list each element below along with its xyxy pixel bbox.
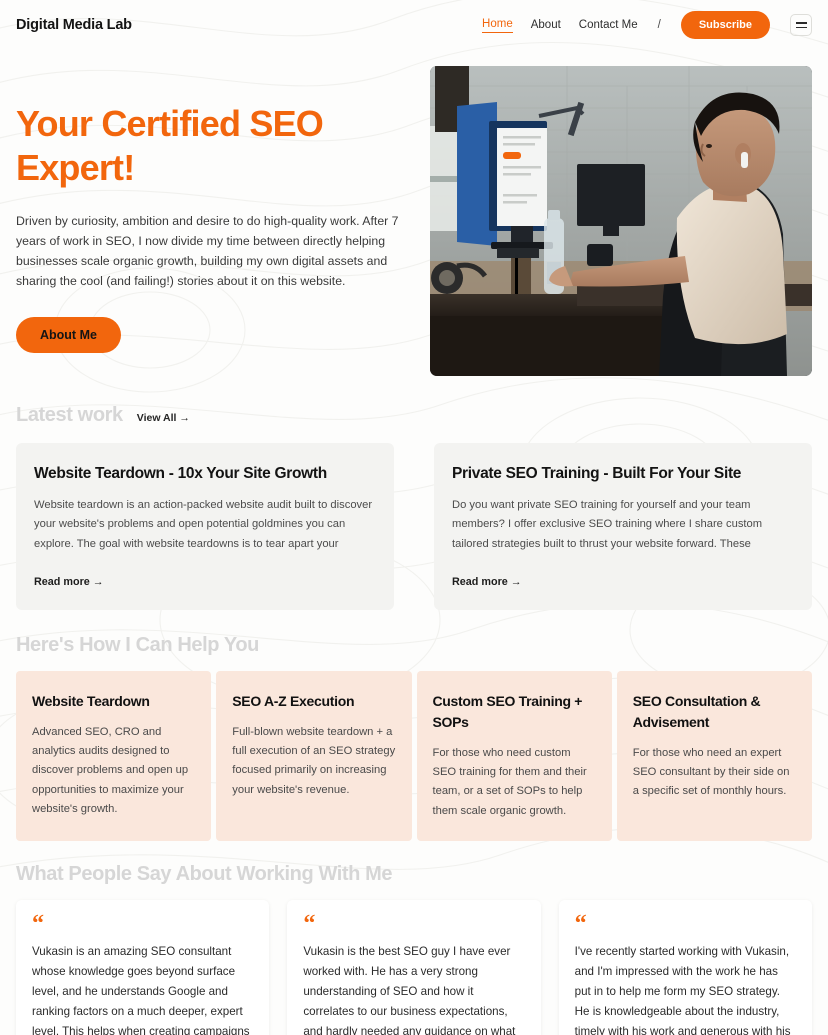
work-card-description: Website teardown is an action-packed web… [34,499,373,550]
nav-item-contact-me[interactable]: Contact Me [579,19,638,31]
hero-photo-illustration [429,66,812,376]
service-card[interactable]: SEO Consultation & Advisement For those … [616,670,812,841]
testimonials-title: What People Say About Working With Me [16,862,393,885]
work-card[interactable]: Website Teardown - 10x Your Site Growth … [16,443,394,610]
quote-icon: “ [574,910,587,937]
service-card[interactable]: Website Teardown Advanced SEO, CRO and a… [16,670,212,841]
nav-separator: / [657,19,661,31]
site-header: Digital Media Lab Home About Contact Me … [0,0,828,50]
testimonial-text: Vukasin is an amazing SEO consultant who… [32,945,250,1035]
testimonials-header: What People Say About Working With Me [0,863,828,886]
testimonial-card: “ Vukasin is an amazing SEO consultant w… [16,899,270,1035]
service-card-title: Website Teardown [32,692,150,709]
services-section: Here's How I Can Help You Website Teardo… [0,634,828,841]
hamburger-menu-icon[interactable] [790,14,812,36]
latest-work-section: Latest work View All → Website Teardown … [0,404,828,610]
about-me-button[interactable]: About Me [16,317,121,354]
work-card[interactable]: Private SEO Training - Built For Your Si… [434,443,812,610]
latest-work-header: Latest work View All → [0,404,828,427]
service-card-title: SEO Consultation & Advisement [632,692,761,730]
service-card[interactable]: SEO A-Z Execution Full-blown website tea… [216,670,412,841]
hero-image [429,66,812,376]
page-root: Digital Media Lab Home About Contact Me … [0,0,828,1035]
service-card-description: Advanced SEO, CRO and analytics audits d… [32,725,189,815]
latest-work-cards: Website Teardown - 10x Your Site Growth … [0,427,828,610]
hero-title: Your Certified SEO Expert! [16,103,324,188]
services-title: Here's How I Can Help You [16,633,259,656]
service-card[interactable]: Custom SEO Training + SOPs For those who… [416,670,612,841]
work-card-title: Private SEO Training - Built For Your Si… [452,465,742,482]
read-more-link[interactable]: Read more → [452,576,522,588]
service-card-description: For those who need custom SEO training f… [432,746,587,817]
quote-icon: “ [32,910,44,937]
testimonial-text: I've recently started working with Vukas… [574,945,791,1035]
service-card-title: SEO A-Z Execution [232,692,355,709]
brand-logo[interactable]: Digital Media Lab [16,17,132,33]
subscribe-button[interactable]: Subscribe [680,11,770,39]
testimonial-cards: “ Vukasin is an amazing SEO consultant w… [0,886,828,1035]
work-card-description: Do you want private SEO training for you… [452,499,763,550]
main-navigation: Home About Contact Me / Subscribe [482,11,812,39]
hero-copy: Your Certified SEO Expert! Driven by cur… [16,66,400,376]
testimonials-section: What People Say About Working With Me “ … [0,863,828,1035]
hero-description: Driven by curiosity, ambition and desire… [16,213,399,288]
latest-work-title: Latest work [16,404,123,426]
view-all-link[interactable]: View All → [137,412,190,424]
services-header: Here's How I Can Help You [0,634,828,657]
testimonial-text: Vukasin is the best SEO guy I have ever … [303,945,516,1035]
services-cards: Website Teardown Advanced SEO, CRO and a… [0,657,828,841]
service-card-title: Custom SEO Training + SOPs [432,692,583,730]
quote-icon: “ [303,910,316,937]
hero-section: Your Certified SEO Expert! Driven by cur… [0,50,828,376]
nav-item-home[interactable]: Home [482,18,513,33]
service-card-description: For those who need an expert SEO consult… [632,746,790,798]
service-card-description: Full-blown website teardown + a full exe… [232,725,396,796]
testimonial-card: “ Vukasin is the best SEO guy I have eve… [287,899,541,1035]
nav-item-about[interactable]: About [531,19,561,31]
read-more-link[interactable]: Read more → [34,576,104,588]
testimonial-card: “ I've recently started working with Vuk… [558,899,812,1035]
work-card-title: Website Teardown - 10x Your Site Growth [34,465,327,482]
